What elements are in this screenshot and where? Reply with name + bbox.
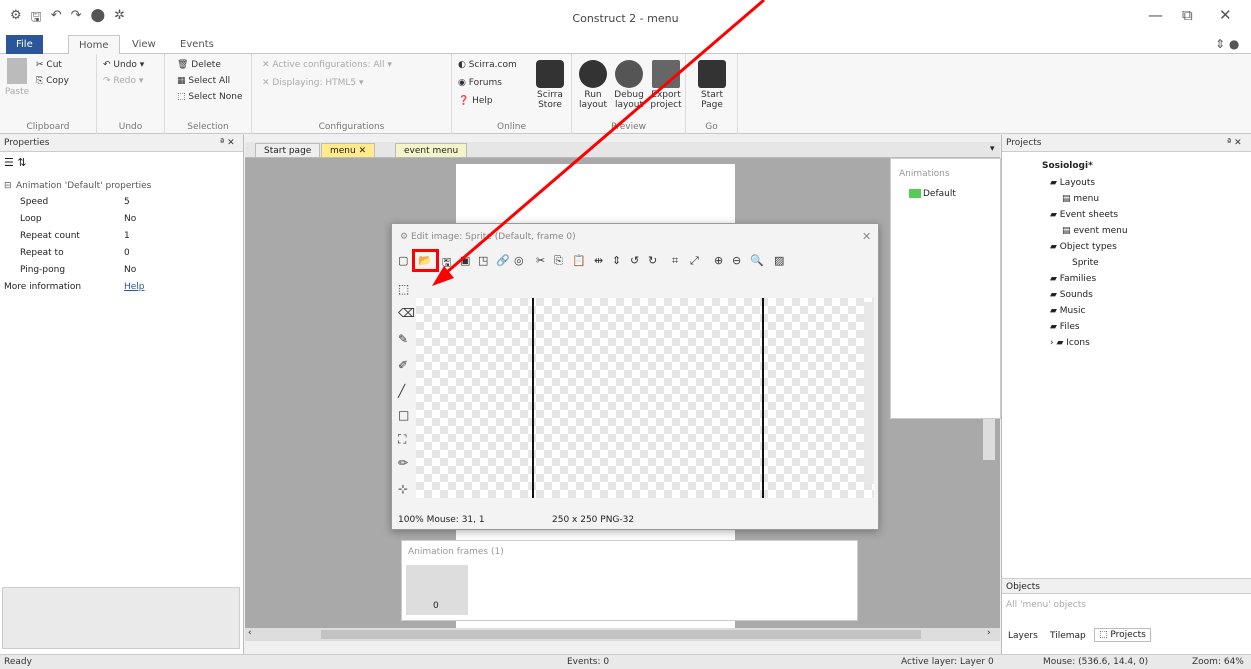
tree-icons[interactable]: › ▰ Icons (1050, 338, 1090, 348)
status-mouse: Mouse: (536.6, 14.4, 0) (1043, 657, 1149, 667)
tree-event-menu[interactable]: ▤ event menu (1062, 226, 1128, 236)
tree-menu[interactable]: ▤ menu (1062, 194, 1099, 204)
status-bar: Ready Events: 0 Active layer: Layer 0 Mo… (0, 654, 1251, 669)
tree-event-sheets[interactable]: ▰ Event sheets (1050, 210, 1118, 220)
tree-layouts[interactable]: ▰ Layouts (1050, 178, 1095, 188)
projects-panel: Projects ª ✕ Sosiologi* ▰ Layouts ▤ menu … (1001, 135, 1251, 654)
tree-families[interactable]: ▰ Families (1050, 274, 1096, 284)
objects-filter[interactable]: All 'menu' objects (1006, 600, 1086, 610)
tree-music[interactable]: ▰ Music (1050, 306, 1085, 316)
tree-sprite[interactable]: Sprite (1072, 258, 1099, 268)
tab-projects[interactable]: ⬚ Projects (1094, 628, 1151, 642)
tree-sounds[interactable]: ▰ Sounds (1050, 290, 1093, 300)
tab-layers[interactable]: Layers (1008, 631, 1038, 641)
tree-object-types[interactable]: ▰ Object types (1050, 242, 1117, 252)
tree-project[interactable]: Sosiologi* (1042, 161, 1093, 171)
tab-tilemap[interactable]: Tilemap (1050, 631, 1086, 641)
tree-files[interactable]: ▰ Files (1050, 322, 1080, 332)
status-zoom: Zoom: 64% (1192, 657, 1244, 667)
projects-header: Projects ª ✕ (1002, 135, 1251, 152)
status-ready: Ready (4, 657, 32, 667)
objects-header: Objects (1002, 578, 1251, 594)
status-events: Events: 0 (567, 657, 610, 667)
status-layer: Active layer: Layer 0 (901, 657, 994, 667)
